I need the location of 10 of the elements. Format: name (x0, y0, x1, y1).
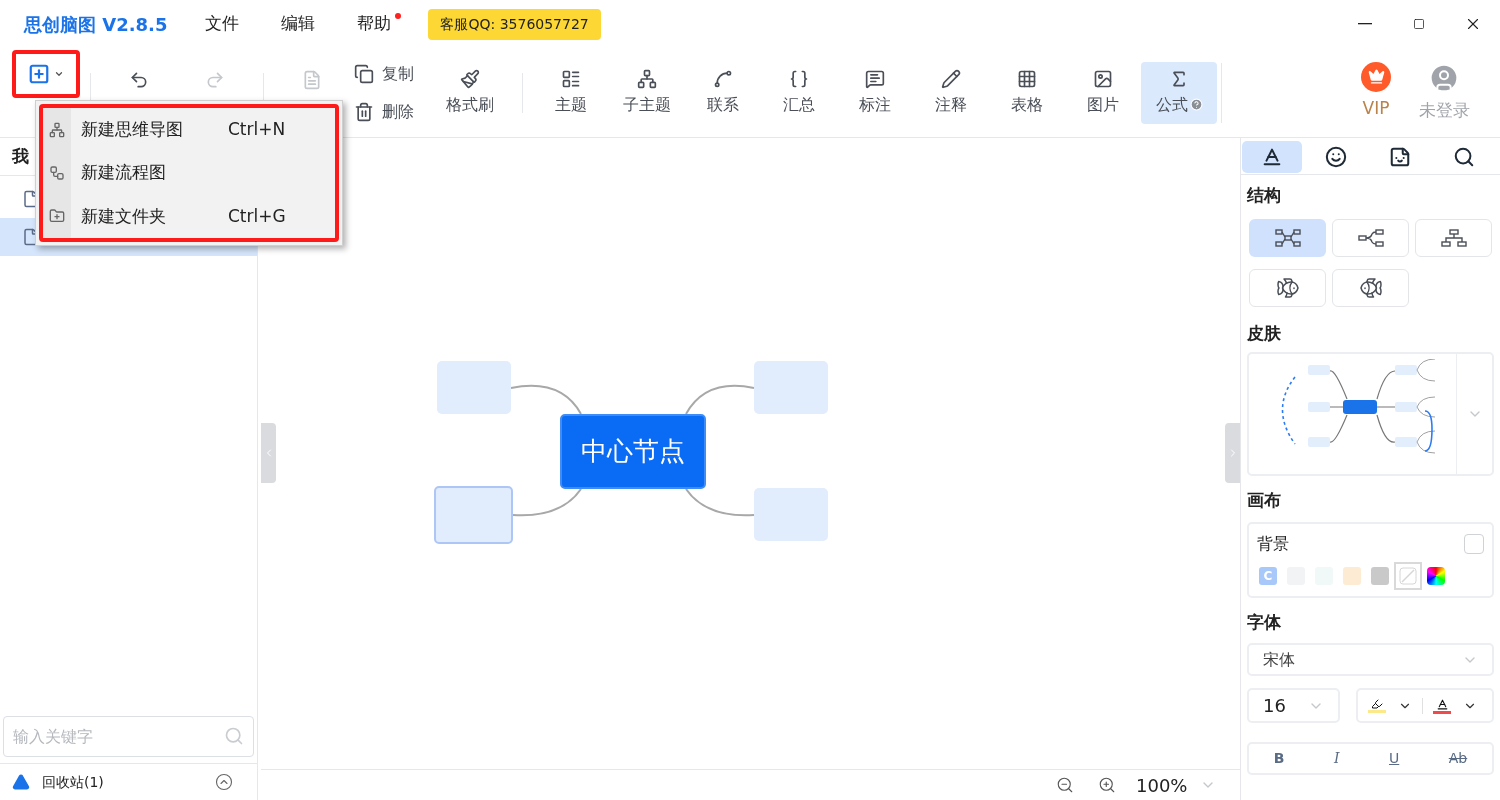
app-title: 思创脑图 V2.8.5 (24, 12, 168, 37)
shortcut-label: Ctrl+G (228, 204, 286, 228)
section-title: 结构 (1247, 184, 1282, 207)
background-label: 背景 (1257, 532, 1289, 555)
sidebar-title: 我 (12, 144, 29, 168)
section-title: 字体 (1247, 610, 1282, 634)
section-title: 皮肤 (1247, 321, 1282, 345)
shortcut-label: Ctrl+N (228, 117, 286, 141)
section-title: 画布 (1247, 489, 1282, 512)
support-badge: 客服QQ: 3576057727 (428, 8, 601, 40)
